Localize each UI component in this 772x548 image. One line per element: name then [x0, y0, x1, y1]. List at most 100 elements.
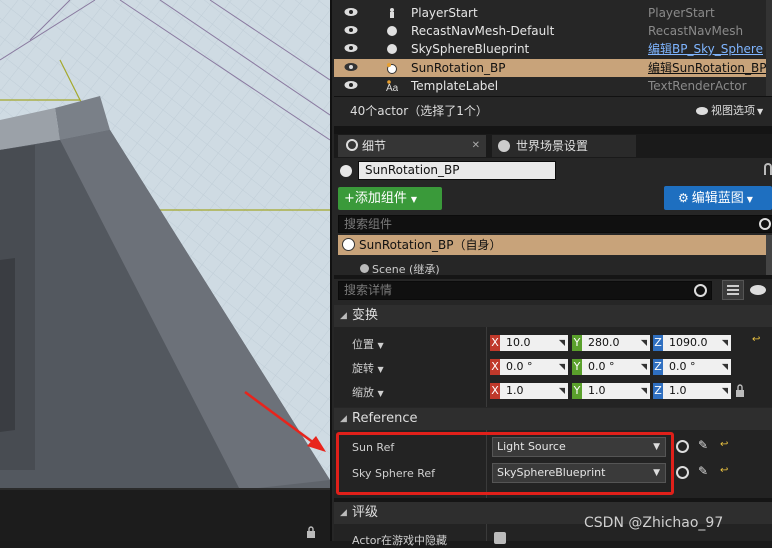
spin-arrows-icon[interactable]: ◥ [722, 338, 728, 347]
scale-y-value: 1.0 [582, 383, 650, 399]
axis-y-badge: Y [572, 383, 582, 399]
rotation-y-field[interactable]: Y 0.0 ° ◥ [572, 359, 650, 375]
eyedropper-icon[interactable]: ✎ [698, 438, 708, 452]
edit-blueprint-link[interactable]: 编辑BP_Sky_Sphere [648, 40, 763, 58]
outliner-scrollbar[interactable] [766, 0, 772, 96]
section-rendering-title: 评级 [352, 505, 379, 520]
scale-label[interactable]: 缩放 ▼ [352, 384, 384, 400]
eye-icon[interactable] [344, 62, 358, 72]
level-viewport[interactable] [0, 0, 330, 541]
outliner-row-name: SkySphereBlueprint [411, 42, 530, 56]
spin-arrows-icon[interactable]: ◥ [641, 386, 647, 395]
spin-arrows-icon[interactable]: ◥ [722, 386, 728, 395]
rotation-x-field[interactable]: X 0.0 ° ◥ [490, 359, 568, 375]
divider [334, 275, 772, 279]
hidden-in-game-checkbox[interactable] [494, 532, 506, 544]
search-components-placeholder: 搜索组件 [344, 217, 393, 231]
actor-name-field[interactable]: SunRotation_BP [358, 161, 556, 180]
rotation-label[interactable]: 旋转 ▼ [352, 360, 384, 376]
tab-world-settings-label: 世界场景设置 [516, 139, 589, 153]
section-reference[interactable]: ◢ Reference [334, 408, 772, 430]
reset-arrow-icon[interactable]: ↩ [752, 334, 760, 345]
outliner-row-name: SunRotation_BP [411, 61, 506, 75]
edit-blueprint-button[interactable]: ⚙ 编辑蓝图 ▼ [664, 186, 772, 210]
axis-x-badge: X [490, 359, 500, 375]
location-y-field[interactable]: Y 280.0 ◥ [572, 335, 650, 351]
outliner-row[interactable]: PlayerStart PlayerStart [334, 4, 772, 22]
spin-arrows-icon[interactable]: ◥ [559, 338, 565, 347]
tab-details[interactable]: 细节 ✕ [338, 135, 486, 157]
browse-search-icon[interactable] [676, 440, 689, 453]
tab-bar: 细节 ✕ 世界场景设置 [334, 134, 772, 158]
actor-icon [387, 63, 397, 74]
reset-arrow-icon[interactable]: ↩ [720, 465, 728, 476]
location-z-field[interactable]: Z 1090.0 ◥ [653, 335, 731, 351]
scale-label-text: 缩放 [352, 386, 374, 399]
actor-name-value: SunRotation_BP [365, 163, 460, 177]
sphere-icon [387, 26, 397, 36]
spin-arrows-icon[interactable]: ◥ [641, 338, 647, 347]
highlight-box [336, 432, 674, 495]
edit-blueprint-link[interactable]: 编辑SunRotation_BP [648, 59, 766, 77]
reset-arrow-icon[interactable]: ↩ [720, 439, 728, 450]
eyedropper-icon[interactable]: ✎ [698, 464, 708, 478]
section-transform[interactable]: ◢ 变换 [334, 305, 772, 327]
eye-icon[interactable] [344, 80, 358, 90]
view-options-button[interactable]: 视图选项 ▼ [696, 102, 763, 118]
property-matrix-button[interactable] [722, 280, 744, 300]
lock-scale-icon[interactable] [735, 384, 744, 397]
globe-icon [498, 140, 510, 152]
outliner-status: 40个actor（选择了1个） [350, 104, 488, 118]
browse-search-icon[interactable] [676, 466, 689, 479]
outliner-row[interactable]: Aa TemplateLabel TextRenderActor [334, 77, 772, 95]
spin-arrows-icon[interactable]: ◥ [641, 362, 647, 371]
viewport-scene [0, 0, 330, 541]
spin-arrows-icon[interactable]: ◥ [722, 362, 728, 371]
spin-arrows-icon[interactable]: ◥ [559, 362, 565, 371]
search-components-input[interactable]: 搜索组件 [338, 215, 772, 233]
scene-icon [360, 264, 369, 273]
location-z-value: 1090.0 [663, 335, 731, 351]
scale-y-field[interactable]: Y 1.0 ◥ [572, 383, 650, 399]
location-x-value: 10.0 [500, 335, 568, 351]
visibility-filter-button[interactable] [750, 285, 766, 295]
add-component-label: +添加组件 [344, 191, 407, 206]
actor-icon [340, 165, 352, 177]
text-icon: Aa [386, 80, 398, 92]
outliner-row-type: TextRenderActor [648, 79, 747, 93]
axis-y-badge: Y [572, 359, 582, 375]
outliner-row-selected[interactable]: SunRotation_BP 编辑SunRotation_BP [334, 59, 772, 77]
tab-world-settings[interactable]: 世界场景设置 [492, 135, 636, 157]
axis-z-badge: Z [653, 335, 663, 351]
column-divider [486, 524, 487, 541]
eye-icon[interactable] [344, 43, 358, 53]
close-icon[interactable]: ✕ [472, 135, 480, 157]
outliner-row[interactable]: SkySphereBlueprint 编辑BP_Sky_Sphere [334, 40, 772, 58]
add-component-button[interactable]: +添加组件 ▼ [338, 187, 442, 210]
eye-icon[interactable] [344, 25, 358, 35]
search-icon [759, 218, 771, 230]
chevron-down-icon: ▼ [410, 195, 418, 204]
scale-z-field[interactable]: Z 1.0 ◥ [653, 383, 731, 399]
lock-icon[interactable] [764, 163, 772, 175]
rotation-z-field[interactable]: Z 0.0 ° ◥ [653, 359, 731, 375]
rotation-label-text: 旋转 [352, 362, 374, 375]
scale-x-value: 1.0 [500, 383, 568, 399]
column-divider [486, 327, 487, 407]
component-tree-scrollbar[interactable] [766, 235, 772, 275]
axis-y-badge: Y [572, 335, 582, 351]
component-self[interactable]: SunRotation_BP（自身） [338, 235, 766, 255]
rotation-y-value: 0.0 ° [582, 359, 650, 375]
eye-icon[interactable] [344, 7, 358, 17]
scale-x-field[interactable]: X 1.0 ◥ [490, 383, 568, 399]
view-options-label: 视图选项 [711, 104, 755, 117]
location-x-field[interactable]: X 10.0 ◥ [490, 335, 568, 351]
spin-arrows-icon[interactable]: ◥ [559, 386, 565, 395]
location-label[interactable]: 位置 ▼ [352, 336, 384, 352]
search-details-input[interactable]: 搜索详情 [338, 281, 712, 300]
chevron-down-icon: ▼ [757, 107, 764, 116]
outliner-row[interactable]: RecastNavMesh-Default RecastNavMesh [334, 22, 772, 40]
lock-icon[interactable] [306, 526, 316, 538]
sphere-icon [387, 44, 397, 54]
tab-details-label: 细节 [362, 139, 387, 153]
